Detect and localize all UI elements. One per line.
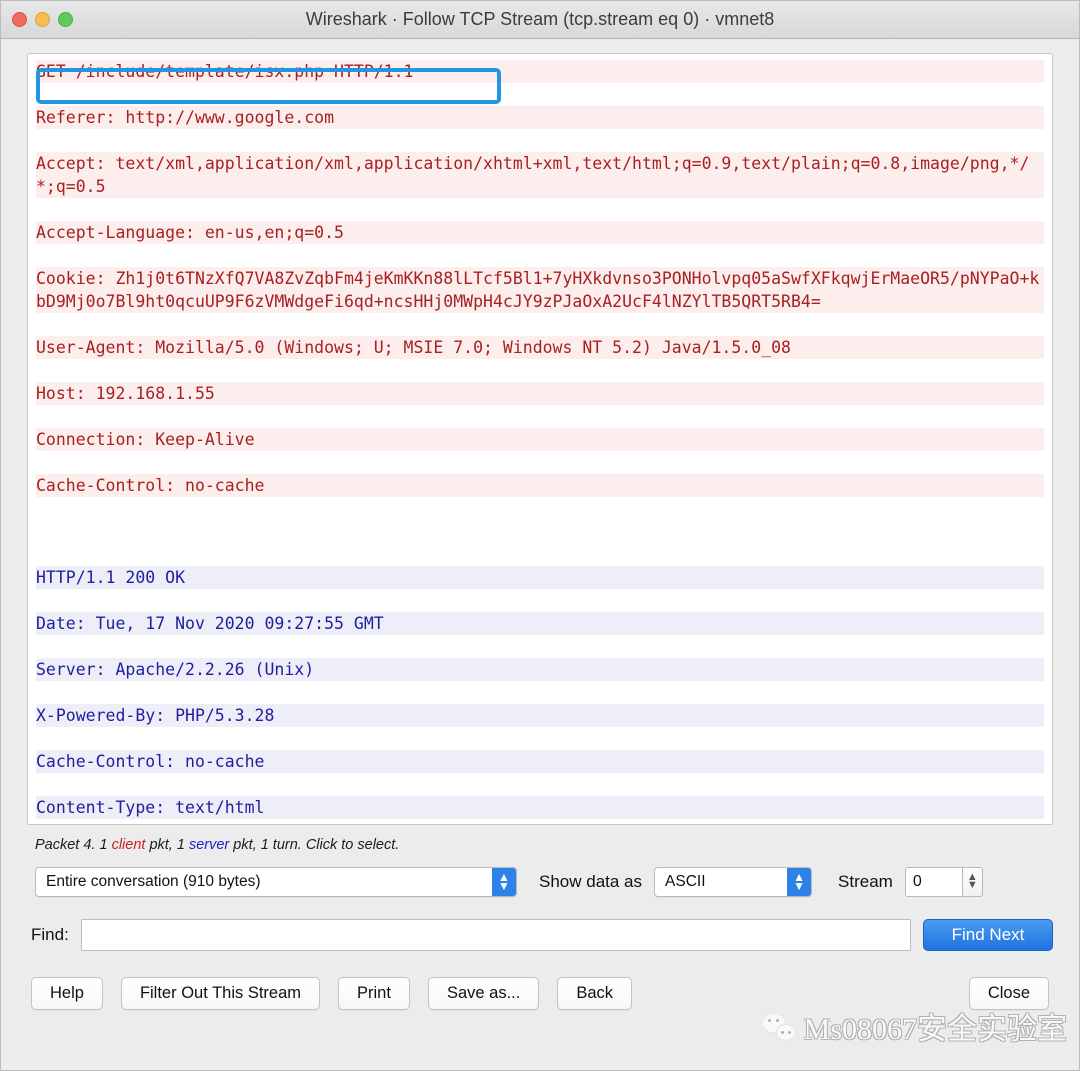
- stream-label: Stream: [838, 872, 893, 891]
- stream-blank-line: [36, 520, 1044, 543]
- stream-line-server: Date: Tue, 17 Nov 2020 09:27:55 GMT: [36, 612, 1044, 635]
- show-data-as-label: Show data as: [539, 872, 643, 891]
- status-server-word: server: [188, 837, 230, 853]
- stream-line-client: GET /include/template/isx.php HTTP/1.1: [36, 60, 1044, 83]
- stream-line-client: Referer: http://www.google.com: [36, 106, 1044, 129]
- stream-stepper[interactable]: 0 ▲ ▼: [904, 867, 983, 897]
- minimize-window-button[interactable]: [35, 12, 50, 27]
- back-button[interactable]: Back: [557, 977, 633, 1010]
- find-label: Find:: [31, 925, 69, 944]
- status-middle: pkt, 1: [145, 837, 189, 853]
- chevron-updown-icon: ▲ ▼: [787, 868, 812, 896]
- stream-line-client: Cache-Control: no-cache: [36, 474, 1044, 497]
- print-button[interactable]: Print: [338, 977, 410, 1010]
- status-suffix: pkt, 1 turn. Click to select.: [229, 837, 400, 853]
- zoom-window-button[interactable]: [58, 12, 73, 27]
- help-button[interactable]: Help: [31, 977, 103, 1010]
- stream-line-server: Server: Apache/2.2.26 (Unix): [36, 658, 1044, 681]
- filter-out-this-stream-button[interactable]: Filter Out This Stream: [120, 977, 321, 1010]
- chevron-updown-icon: ▲ ▼: [492, 868, 516, 896]
- find-next-button[interactable]: Find Next: [923, 919, 1053, 951]
- close-window-button[interactable]: [12, 12, 27, 27]
- stream-stepper-arrows-icon[interactable]: ▲ ▼: [962, 867, 983, 897]
- dialog-body: GET /include/template/isx.php HTTP/1.1 R…: [1, 39, 1079, 1070]
- stream-line-client: Accept: text/xml,application/xml,applica…: [36, 152, 1044, 198]
- show-data-as-select[interactable]: ASCII ▲ ▼: [654, 867, 813, 897]
- window-traffic-lights: [1, 12, 73, 27]
- stream-line-client: Accept-Language: en-us,en;q=0.5: [36, 221, 1044, 244]
- stream-line-server: HTTP/1.1 200 OK: [36, 566, 1044, 589]
- dialog-button-row: Help Filter Out This Stream Print Save a…: [27, 977, 1053, 1020]
- packet-status-line: Packet 4. 1 client pkt, 1 server pkt, 1 …: [35, 837, 1053, 853]
- stream-text[interactable]: GET /include/template/isx.php HTTP/1.1 R…: [36, 60, 1044, 824]
- stream-number-input[interactable]: 0: [904, 867, 963, 897]
- conversation-select-value: Entire conversation (910 bytes): [46, 873, 261, 890]
- stream-line-client: Connection: Keep-Alive: [36, 428, 1044, 451]
- window-title: Wireshark · Follow TCP Stream (tcp.strea…: [305, 9, 775, 29]
- title-bar: Wireshark · Follow TCP Stream (tcp.strea…: [1, 1, 1079, 39]
- show-data-as-value: ASCII: [665, 873, 706, 890]
- stream-line-client: Cookie: Zh1j0t6TNzXfQ7VA8ZvZqbFm4jeKmKKn…: [36, 267, 1044, 313]
- stream-line-server: X-Powered-By: PHP/5.3.28: [36, 704, 1044, 727]
- stream-content-pane[interactable]: GET /include/template/isx.php HTTP/1.1 R…: [27, 53, 1053, 825]
- stream-line-client: User-Agent: Mozilla/5.0 (Windows; U; MSI…: [36, 336, 1044, 359]
- conversation-select[interactable]: Entire conversation (910 bytes) ▲ ▼: [35, 867, 517, 897]
- stream-line-client: Host: 192.168.1.55: [36, 382, 1044, 405]
- status-prefix: Packet 4. 1: [35, 837, 112, 853]
- stream-controls-row: Entire conversation (910 bytes) ▲ ▼ Show …: [27, 867, 1053, 897]
- find-input[interactable]: [80, 919, 911, 951]
- find-row: Find: Find Next: [27, 919, 1053, 951]
- save-as-button[interactable]: Save as...: [427, 977, 540, 1010]
- close-button[interactable]: Close: [968, 977, 1049, 1010]
- stream-line-server: Cache-Control: no-cache: [36, 750, 1044, 773]
- follow-tcp-stream-window: Wireshark · Follow TCP Stream (tcp.strea…: [0, 0, 1080, 1071]
- status-client-word: client: [111, 837, 146, 853]
- stream-line-server: Content-Type: text/html: [36, 796, 1044, 819]
